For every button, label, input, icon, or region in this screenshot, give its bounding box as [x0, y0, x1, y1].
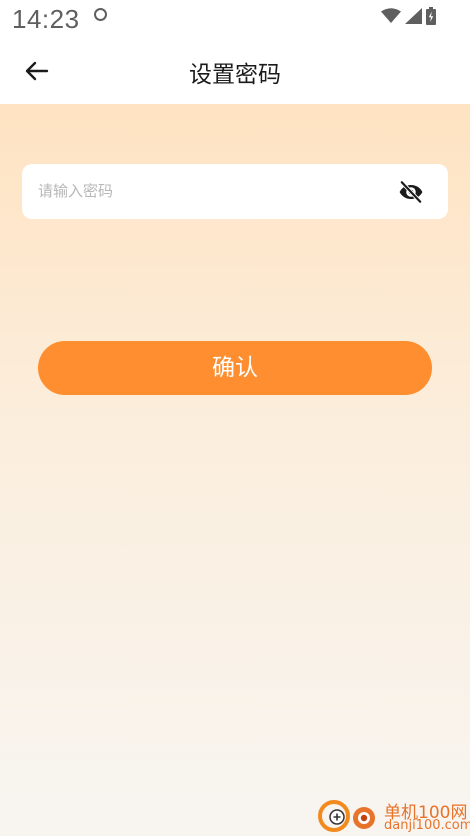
signal-icon: [405, 8, 422, 24]
main-content: 确认 单机100网 danji100.com: [0, 104, 470, 836]
battery-icon: [426, 7, 436, 25]
header: 设置密码: [0, 40, 470, 104]
password-box: [22, 164, 448, 219]
password-input[interactable]: [38, 178, 378, 204]
watermark: 单机100网 danji100.com: [318, 798, 470, 834]
watermark-logo-icon: [318, 800, 375, 832]
watermark-domain: danji100.com: [384, 818, 470, 833]
status-bar: 14:23: [0, 0, 470, 40]
wifi-icon: [381, 8, 401, 23]
toggle-visibility-button[interactable]: [398, 179, 424, 205]
eye-off-icon: [399, 180, 423, 204]
confirm-button[interactable]: 确认: [38, 341, 432, 395]
status-time: 14:23: [12, 4, 80, 34]
page-title: 设置密码: [189, 62, 281, 88]
circle-icon: [94, 8, 107, 21]
status-icons: [381, 7, 436, 25]
